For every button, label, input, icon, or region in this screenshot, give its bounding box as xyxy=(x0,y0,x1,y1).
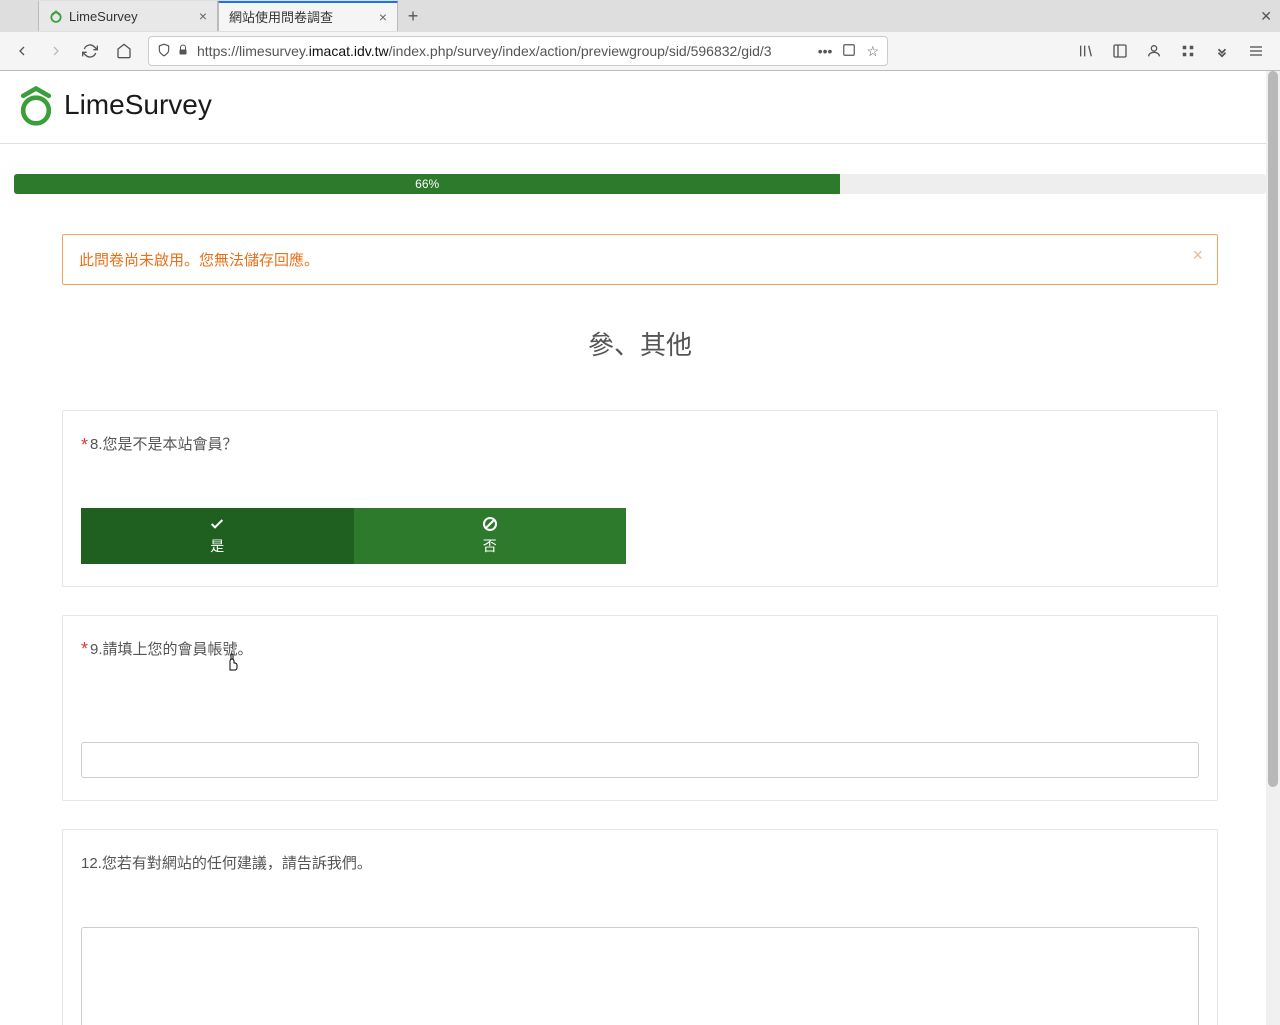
no-button[interactable]: 否 xyxy=(354,508,627,564)
new-tab-button[interactable]: + xyxy=(398,6,428,27)
tab-limesurvey[interactable]: LimeSurvey × xyxy=(38,1,218,31)
tab-close-icon[interactable]: × xyxy=(379,9,387,25)
overflow-icon[interactable] xyxy=(1210,39,1234,63)
url-bar[interactable]: https://limesurvey.imacat.idv.tw/index.p… xyxy=(148,36,888,66)
tab-close-icon[interactable]: × xyxy=(199,8,207,24)
question-8: *8.您是不是本站會員？ 是 否 xyxy=(62,410,1218,587)
browser-chrome: LimeSurvey × 網站使用問卷調查 × + ✕ xyxy=(0,0,1280,71)
alert-text: 此問卷尚未啟用。您無法儲存回應。 xyxy=(79,252,319,269)
tab-title: 網站使用問卷調查 xyxy=(229,7,373,26)
sidebar-icon[interactable] xyxy=(1108,39,1132,63)
reader-icon[interactable] xyxy=(842,43,856,60)
yes-no-group: 是 否 xyxy=(81,508,626,564)
section-title: 參、其他 xyxy=(14,325,1266,362)
account-input[interactable] xyxy=(81,742,1199,778)
page-actions-icon[interactable]: ••• xyxy=(818,43,833,60)
scrollbar-thumb[interactable] xyxy=(1268,71,1278,787)
tab-title: LimeSurvey xyxy=(69,9,193,24)
check-icon xyxy=(209,516,225,532)
home-button[interactable] xyxy=(110,37,138,65)
window-close-icon[interactable]: ✕ xyxy=(1260,8,1272,25)
logo-text: LimeSurvey xyxy=(64,89,212,121)
limesurvey-favicon xyxy=(49,9,63,23)
toolbar-right xyxy=(1074,39,1272,63)
required-star-icon: * xyxy=(81,639,88,659)
forward-button[interactable] xyxy=(42,37,70,65)
no-label: 否 xyxy=(483,536,497,556)
required-star-icon: * xyxy=(81,435,88,455)
page-viewport: LimeSurvey 66% 此問卷尚未啟用。您無法儲存回應。 × 參、其他 *… xyxy=(0,71,1280,1025)
tab-bar: LimeSurvey × 網站使用問卷調查 × + ✕ xyxy=(0,0,1280,32)
account-icon[interactable] xyxy=(1142,39,1166,63)
page-header: LimeSurvey xyxy=(0,71,1280,144)
alert-close-icon[interactable]: × xyxy=(1192,245,1203,266)
shield-icon xyxy=(157,43,171,60)
bookmark-star-icon[interactable]: ☆ xyxy=(866,43,879,60)
yes-label: 是 xyxy=(210,536,224,556)
back-button[interactable] xyxy=(8,37,36,65)
apps-icon[interactable] xyxy=(1176,39,1200,63)
warning-alert: 此問卷尚未啟用。您無法儲存回應。 × xyxy=(62,234,1218,285)
scrollbar[interactable] xyxy=(1266,71,1280,1025)
survey-content: 66% 此問卷尚未啟用。您無法儲存回應。 × 參、其他 *8.您是不是本站會員？… xyxy=(0,144,1280,1025)
question-title: *9.請填上您的會員帳號。 xyxy=(81,638,1199,661)
progress-fill: 66% xyxy=(14,174,840,194)
question-title: 12.您若有對網站的任何建議，請告訴我們。 xyxy=(81,852,1199,873)
reload-button[interactable] xyxy=(76,37,104,65)
yes-button[interactable]: 是 xyxy=(81,508,354,564)
suggestion-textarea[interactable] xyxy=(81,927,1199,1025)
limesurvey-logo: LimeSurvey xyxy=(14,83,1266,127)
library-icon[interactable] xyxy=(1074,39,1098,63)
menu-icon[interactable] xyxy=(1244,39,1268,63)
nav-bar: https://limesurvey.imacat.idv.tw/index.p… xyxy=(0,32,1280,70)
lock-icon xyxy=(177,43,189,59)
question-12: 12.您若有對網站的任何建議，請告訴我們。 xyxy=(62,829,1218,1025)
question-title: *8.您是不是本站會員？ xyxy=(81,433,1199,456)
ban-icon xyxy=(482,516,498,532)
tab-survey[interactable]: 網站使用問卷調查 × xyxy=(218,1,398,31)
limesurvey-logo-icon xyxy=(14,83,58,127)
progress-bar: 66% xyxy=(14,174,1266,194)
question-9: *9.請填上您的會員帳號。 xyxy=(62,615,1218,802)
url-text: https://limesurvey.imacat.idv.tw/index.p… xyxy=(197,43,810,59)
